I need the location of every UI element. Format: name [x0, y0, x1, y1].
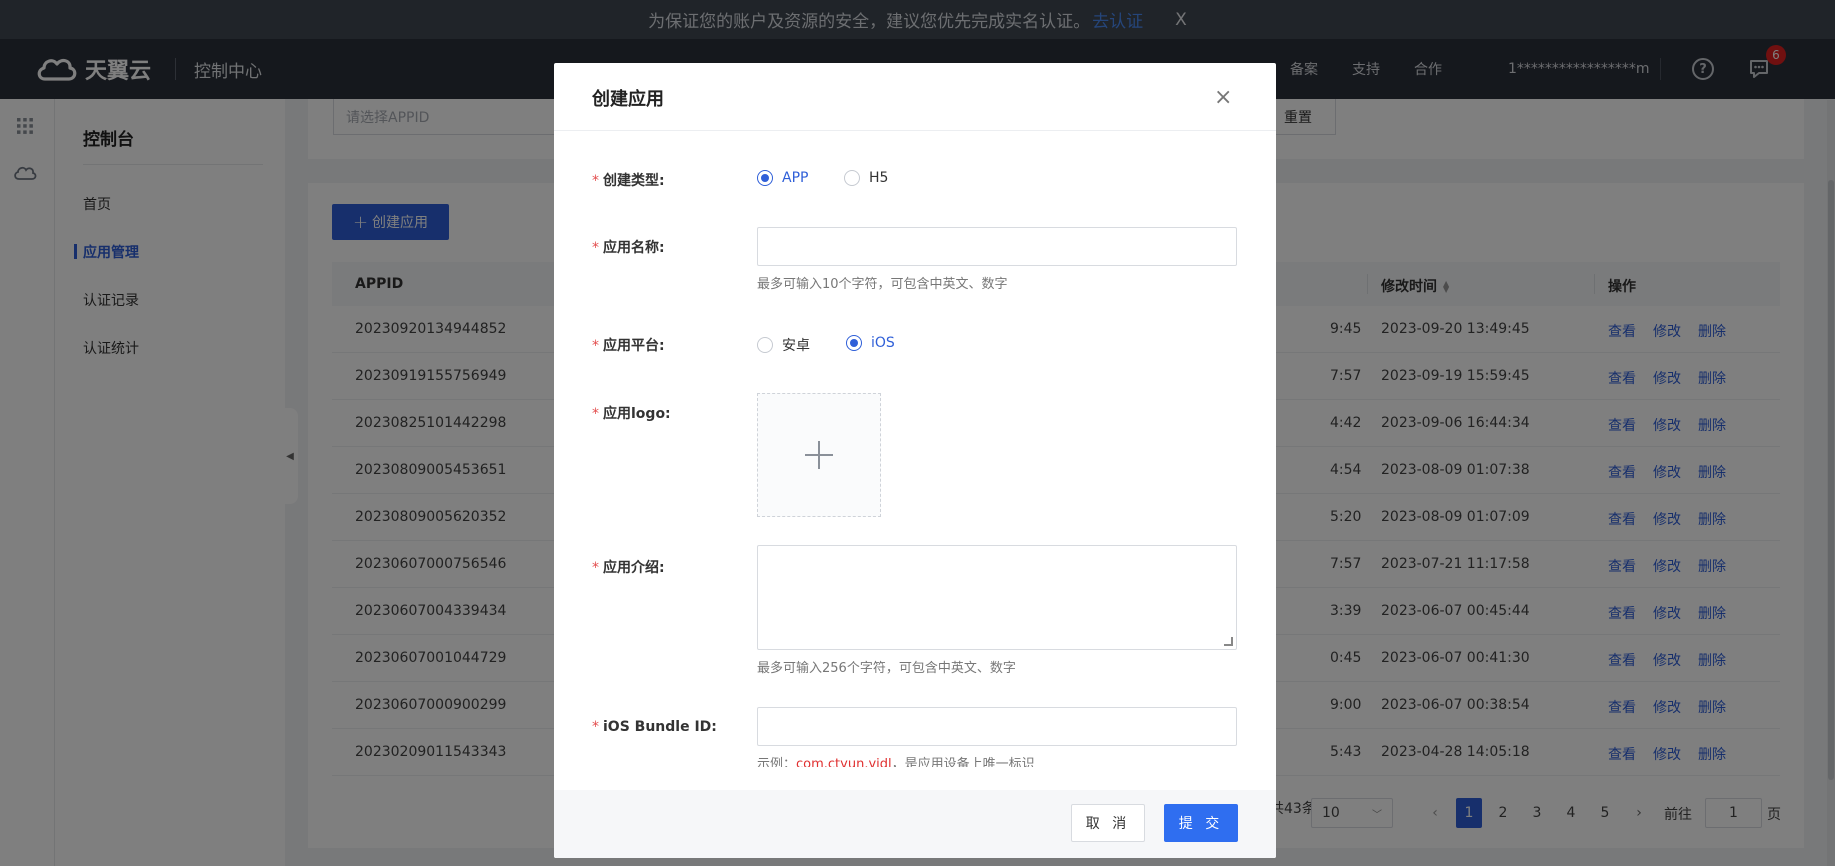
field-label-logo: * 应用logo: [592, 403, 671, 423]
required-mark: * [592, 719, 599, 735]
name-label-text: 应用名称: [603, 240, 665, 256]
radio-label: H5 [869, 170, 889, 186]
resize-grip-icon[interactable] [1224, 637, 1233, 646]
radio-label: APP [782, 170, 809, 186]
app-name-input[interactable] [757, 227, 1237, 266]
radio-label: 安卓 [782, 338, 810, 354]
radio-dot [846, 335, 862, 351]
field-label-platform: * 应用平台: [592, 335, 665, 355]
radio-dot [757, 337, 773, 353]
required-mark: * [592, 560, 599, 576]
plus-icon [805, 441, 833, 469]
radio-label: iOS [871, 335, 895, 351]
bundle-hint-example: com.ctyun.yidl [796, 757, 892, 767]
bundle-id-hint: 示例：com.ctyun.yidl，是应用设备上唯一标识 [757, 753, 1035, 767]
dialog-header-divider [554, 130, 1276, 131]
logo-label-text: 应用logo: [603, 406, 671, 422]
submit-button[interactable]: 提 交 [1164, 804, 1238, 842]
field-label-intro: * 应用介绍: [592, 557, 665, 577]
bundle-hint-prefix: 示例： [757, 757, 797, 767]
create-app-dialog: 创建应用 × * 创建类型: APP H5 * 应用名称: 最多可输入10个字符，可… [554, 63, 1276, 858]
bundle-label-text: iOS Bundle ID: [603, 719, 717, 735]
bundle-hint-suffix: ，是应用设备上唯一标识 [891, 757, 1035, 767]
radio-platform-ios[interactable]: iOS [846, 335, 895, 351]
required-mark: * [592, 338, 599, 354]
cancel-button[interactable]: 取 消 [1071, 804, 1145, 842]
field-label-bundle-id: * iOS Bundle ID: [592, 719, 717, 735]
radio-type-h5[interactable]: H5 [844, 170, 888, 186]
app-name-hint: 最多可输入10个字符，可包含中英文、数字 [757, 277, 1008, 292]
app-intro-hint: 最多可输入256个字符，可包含中英文、数字 [757, 661, 1016, 676]
logo-upload-area[interactable] [757, 393, 881, 517]
platform-label-text: 应用平台: [603, 338, 665, 354]
required-mark: * [592, 173, 599, 189]
radio-platform-android[interactable]: 安卓 [757, 335, 810, 355]
dialog-title: 创建应用 [592, 89, 664, 110]
required-mark: * [592, 406, 599, 422]
bundle-id-input[interactable] [757, 707, 1237, 746]
type-label-text: 创建类型: [603, 173, 665, 189]
required-mark: * [592, 240, 599, 256]
radio-dot [844, 170, 860, 186]
close-icon[interactable]: × [1214, 85, 1232, 110]
app-intro-textarea[interactable] [757, 545, 1237, 650]
intro-label-text: 应用介绍: [603, 560, 665, 576]
radio-type-app[interactable]: APP [757, 170, 808, 186]
radio-dot [757, 170, 773, 186]
field-label-name: * 应用名称: [592, 237, 665, 257]
field-label-type: * 创建类型: [592, 170, 665, 190]
